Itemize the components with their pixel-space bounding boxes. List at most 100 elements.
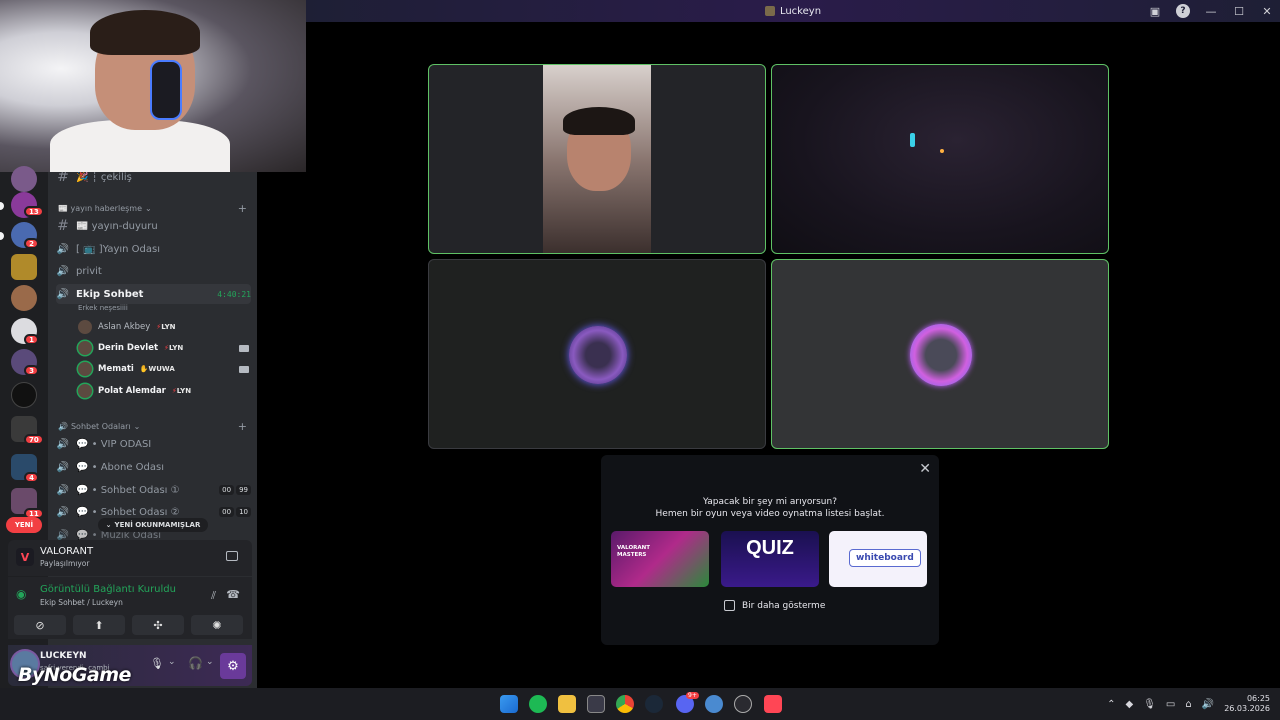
spotify-icon[interactable] [529,695,547,713]
inbox-icon[interactable]: ▣ [1148,4,1162,18]
speaker-icon: 🔊 [56,243,70,255]
maximize-button[interactable]: ☐ [1232,4,1246,18]
server-avatar[interactable] [11,166,37,192]
category-chat[interactable]: 🔊 Sohbet Odaları ⌄ + [58,419,247,433]
add-channel-icon[interactable]: + [238,202,247,215]
category-label: Sohbet Odaları [70,421,131,431]
steam-tray-icon[interactable]: ◆ [1126,699,1134,710]
clock[interactable]: 06:25 26.03.2026 [1224,694,1270,714]
camera-off-button[interactable]: ⊘ [14,615,66,635]
minimize-button[interactable]: — [1204,4,1218,18]
dont-show-again-checkbox[interactable]: Bir daha gösterme [724,600,825,611]
checkbox-box[interactable] [724,600,735,611]
valorant-taskbar-icon[interactable] [764,695,782,713]
new-unread-pill[interactable]: YENİ [6,517,42,533]
mention-badge: 2 [24,238,39,249]
voice-member[interactable]: Polat Alemdar ⚡LYN [78,382,249,400]
volume-icon[interactable]: 🔊 [1202,699,1214,710]
voice-member[interactable]: Derin Devlet ⚡LYN [78,339,249,357]
voice-ekip-sohbet[interactable]: 🔊 Ekip Sohbet 4:40:21 [56,284,251,304]
connection-title: Görüntülü Bağlantı Kuruldu [40,584,176,595]
settings-gear-icon[interactable]: ⚙ [220,653,246,679]
chevron-down-icon[interactable]: ⌄ [168,657,176,667]
category-stream[interactable]: 📰 yayın haberleşme ⌄ + [58,201,247,215]
screen-share-button[interactable]: ⬆ [73,615,125,635]
valorant-icon: V [16,548,34,566]
activity-card-quiz-planet[interactable]: QUIZ [721,531,819,587]
server-icon [764,6,775,16]
window-controls: ▣ ? — ☐ ✕ [1148,0,1274,22]
noise-suppression-icon[interactable]: ⫽ [211,589,216,603]
microphone-icon[interactable]: 🎙 [150,657,164,670]
category-label: 📰 yayın haberleşme [58,203,142,213]
microphone-icon[interactable]: 🎙 [1143,699,1156,710]
activity-card-valorant-masters[interactable]: VALORANT MASTERS [611,531,709,587]
chevron-down-icon[interactable]: ⌄ [206,657,214,667]
channel-label: 📰 yayın-duyuru [76,220,158,232]
clan-tag: ⚡LYN [156,323,176,331]
title-bar: Luckeyn ▣ ? — ☐ ✕ [306,0,1280,22]
activities-icon: ✣ [153,618,163,632]
voice-abone[interactable]: 🔊 💬 • Abone Odası [56,457,251,477]
channel-label: Ekip Sohbet [76,288,144,300]
chevron-down-icon: ⌄ [133,421,141,431]
unread-pip [0,232,4,240]
voice-member[interactable]: Aslan Akbey ⚡LYN [78,318,249,336]
avatar [78,320,92,334]
help-icon[interactable]: ? [1176,4,1190,18]
app-icon[interactable] [705,695,723,713]
signal-icon: ◉ [16,587,27,601]
activities-button[interactable]: ✣ [132,615,184,635]
speaker-icon: 🔊 [58,421,68,431]
add-channel-icon[interactable]: + [238,420,247,433]
file-explorer-icon[interactable] [558,695,576,713]
store-icon[interactable] [587,695,605,713]
member-name: Memati [98,364,134,374]
start-menu-icon[interactable] [500,695,518,713]
camera-icon [239,344,249,352]
member-name: Polat Alemdar [98,386,166,396]
headphones-icon[interactable]: 🎧 [188,656,203,670]
server-avatar[interactable] [11,285,37,311]
video-tile-avatar-speaking[interactable] [771,259,1109,449]
network-icon[interactable]: ⌂ [1185,699,1191,710]
hash-icon: # [57,218,69,234]
channel-yayin-duyuru[interactable]: # 📰 yayın-duyuru [56,216,251,236]
voice-status: Erkek neşesiiii [78,304,128,312]
video-tile-camera[interactable] [428,64,766,254]
voice-sohbet-1[interactable]: 🔊 💬 • Sohbet Odası ① 00 99 [56,480,251,500]
date: 26.03.2026 [1224,704,1270,713]
card-label: VALORANT MASTERS [617,545,650,558]
close-icon[interactable]: ✕ [919,461,931,477]
speaker-icon: 🔊 [56,265,70,277]
game-name: VALORANT [40,546,94,557]
voice-member[interactable]: Memati ✋WUWA [78,360,249,378]
soundboard-button[interactable]: ✺ [191,615,243,635]
new-unreads-pill[interactable]: ⌄ YENİ OKUNMAMIŞLAR [98,518,208,532]
chevron-up-icon[interactable]: ⌃ [1107,699,1115,710]
steam-icon[interactable] [645,695,663,713]
speaker-icon: 🔊 [56,529,70,541]
close-window-button[interactable]: ✕ [1260,4,1274,18]
share-screen-icon[interactable] [226,551,238,561]
voice-vip[interactable]: 🔊 💬 • VIP ODASI [56,434,251,454]
connection-subtitle[interactable]: Ekip Sohbet / Luckeyn [40,598,123,607]
activity-card-whiteboard[interactable]: whiteboard [829,531,927,587]
window-title-text: Luckeyn [779,5,822,17]
share-status: Paylaşılmıyor [40,559,90,568]
video-tile-dark-room[interactable] [771,64,1109,254]
mention-badge: 3 [24,365,39,376]
disconnect-icon[interactable]: ☎ [226,588,240,601]
camera-off-icon: ⊘ [35,618,45,632]
server-avatar[interactable] [11,254,37,280]
voice-privit[interactable]: 🔊 privit [56,261,251,281]
video-tile-avatar[interactable] [428,259,766,449]
chrome-icon[interactable] [616,695,634,713]
app-icon[interactable] [734,695,752,713]
server-avatar[interactable] [11,382,37,408]
avatar [78,362,92,376]
display-icon[interactable]: ▭ [1166,699,1175,710]
channel-cekilis[interactable]: # 🎉 ┆ çekiliş [56,172,251,187]
camera-icon [239,365,249,373]
voice-yayin-odasi[interactable]: 🔊 [ 📺 ]Yayın Odası [56,239,251,259]
